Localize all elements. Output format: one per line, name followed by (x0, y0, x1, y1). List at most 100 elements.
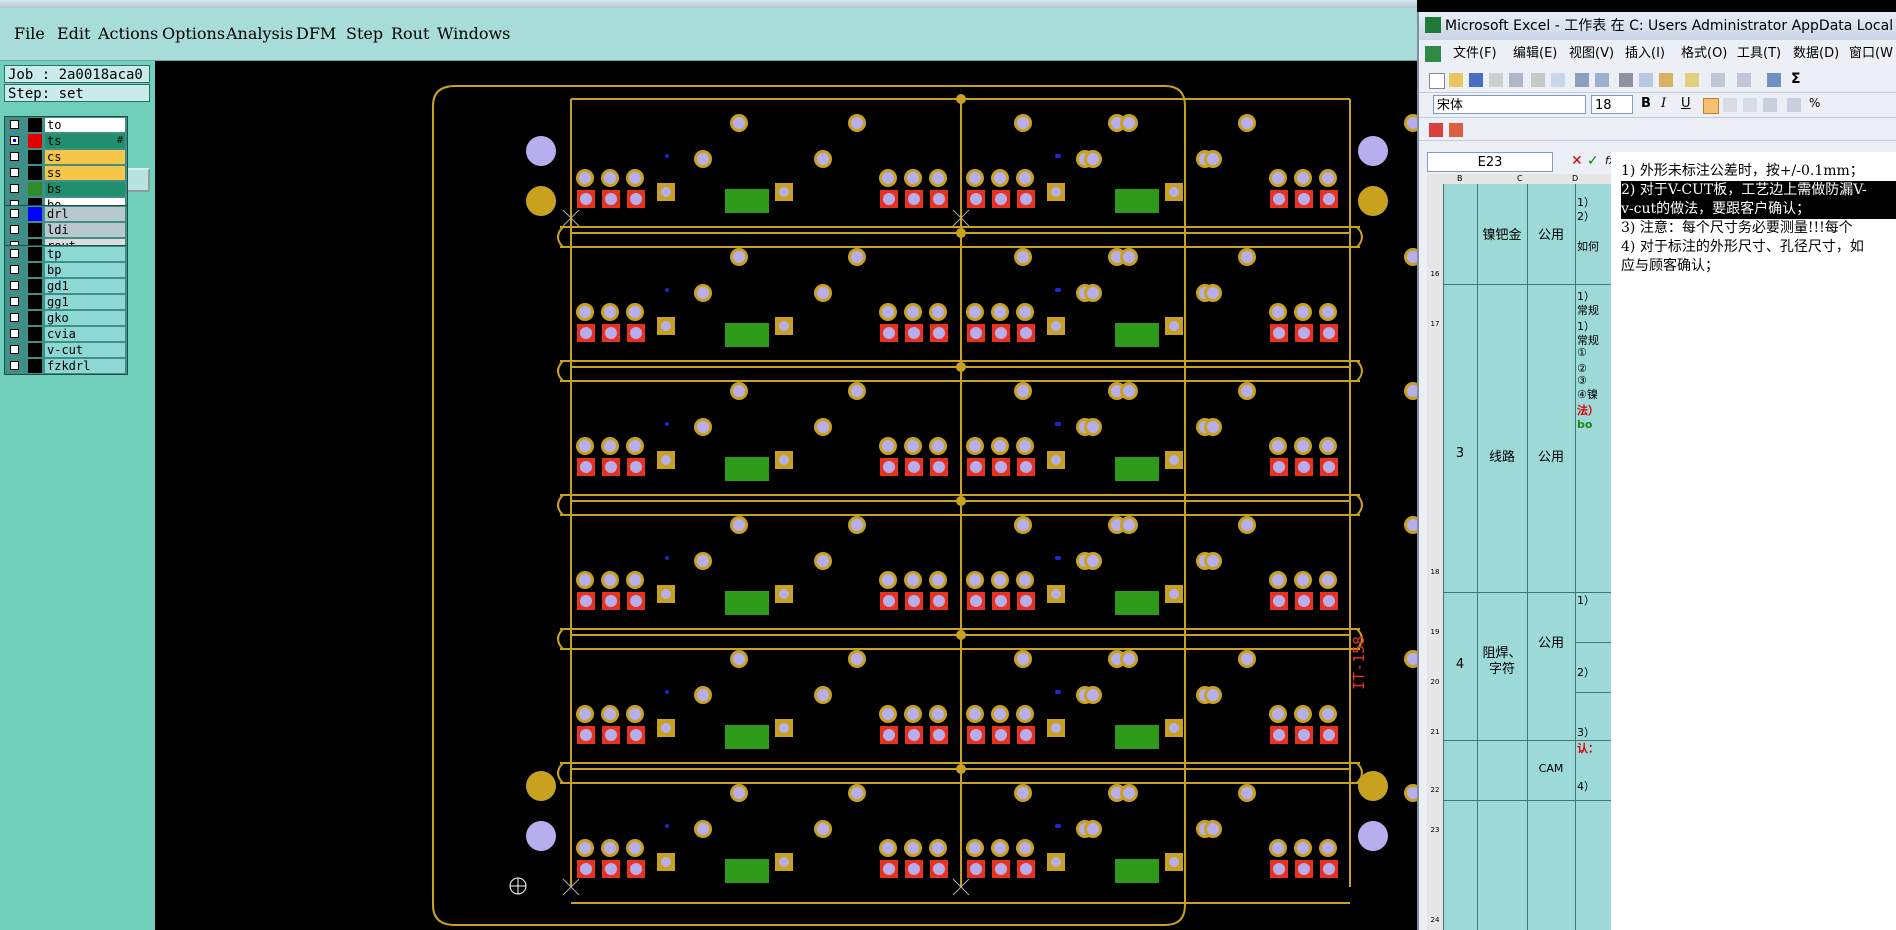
layer-checkbox[interactable] (10, 345, 19, 354)
layer-row-tp[interactable]: tp (5, 246, 127, 262)
cell-d16[interactable]: 公用 (1527, 224, 1575, 243)
row-header-18[interactable]: 18 (1427, 332, 1443, 593)
layer-checkbox[interactable] (10, 152, 19, 161)
pdf-email-icon[interactable] (1449, 123, 1463, 137)
layer-row-cvia[interactable]: cvia (5, 326, 127, 342)
layer-row-ldi[interactable]: ldi (5, 222, 127, 238)
align-left-icon[interactable] (1703, 98, 1719, 114)
merge-center-icon[interactable] (1763, 98, 1777, 112)
pcb-board-canvas[interactable]: IT-158 (155, 61, 1417, 930)
currency-icon[interactable] (1787, 98, 1801, 112)
email-icon[interactable] (1509, 73, 1523, 87)
col-header-d[interactable]: D (1572, 174, 1578, 184)
layer-checkbox[interactable] (10, 136, 19, 145)
row-header-23[interactable]: 23 (1427, 800, 1443, 871)
percent-icon[interactable]: % (1809, 96, 1823, 110)
layer-color-swatch[interactable] (28, 134, 42, 148)
cell-c16[interactable]: 镍钯金 (1477, 224, 1527, 243)
excel-menu-edit[interactable]: 编辑(E) (1513, 43, 1557, 65)
layer-checkbox[interactable] (10, 297, 19, 306)
layer-name[interactable]: gg1 (45, 295, 125, 309)
align-right-icon[interactable] (1743, 98, 1757, 112)
row-header-24[interactable]: 24 (1427, 870, 1443, 930)
layer-row-gg1[interactable]: gg1 (5, 294, 127, 310)
print-preview-icon[interactable] (1551, 73, 1565, 87)
layer-row-drl[interactable]: drl (5, 206, 127, 222)
layer-color-swatch[interactable] (28, 359, 42, 373)
excel-menu-window[interactable]: 窗口(W (1849, 43, 1893, 65)
redo-icon[interactable] (1737, 73, 1751, 87)
layer-checkbox[interactable] (10, 361, 19, 370)
worksheet-grid[interactable]: 16 17 18 19 20 21 22 23 24 镍钯金 公用 3 线路 公… (1427, 184, 1627, 930)
excel-menu-file[interactable]: 文件(F) (1453, 43, 1497, 65)
cell-c18[interactable]: 线路 (1477, 446, 1527, 465)
menu-rout[interactable]: Rout (391, 24, 429, 43)
layer-name[interactable]: bp (45, 263, 125, 277)
align-center-icon[interactable] (1723, 98, 1737, 112)
font-name-select[interactable]: 宋体 (1433, 95, 1586, 114)
font-size-select[interactable]: 18 (1591, 95, 1633, 114)
layer-checkbox[interactable] (10, 249, 19, 258)
layer-row-ts[interactable]: ts # (5, 133, 127, 149)
layer-color-swatch[interactable] (28, 343, 42, 357)
layer-checkbox[interactable] (10, 329, 19, 338)
layer-name[interactable]: cvia (45, 327, 125, 341)
cell-d18[interactable]: 公用 (1527, 446, 1575, 465)
layer-name[interactable]: ss (45, 166, 125, 180)
layer-name[interactable]: to (45, 118, 125, 132)
copy-icon[interactable] (1639, 73, 1653, 87)
underline-icon[interactable]: U (1681, 96, 1695, 111)
cell-d22[interactable]: CAM (1527, 762, 1575, 775)
layer-row-cs[interactable]: cs (5, 149, 127, 165)
layer-color-swatch[interactable] (28, 118, 42, 132)
row-header-20[interactable]: 20 (1427, 642, 1443, 693)
layer-row-bp[interactable]: bp (5, 262, 127, 278)
excel-menu-tools[interactable]: 工具(T) (1737, 43, 1781, 65)
paste-icon[interactable] (1659, 73, 1673, 87)
pdf-icon[interactable] (1429, 123, 1443, 137)
formula-cancel-icon[interactable]: ✕ (1571, 153, 1583, 169)
layer-color-swatch[interactable] (28, 327, 42, 341)
cell-b20[interactable]: 4 (1443, 657, 1477, 672)
layer-name[interactable]: fzkdrl (45, 359, 125, 373)
layer-checkbox[interactable] (10, 168, 19, 177)
layer-row-v-cut[interactable]: v-cut (5, 342, 127, 358)
layer-checkbox[interactable] (10, 120, 19, 129)
menu-step[interactable]: Step (346, 24, 383, 43)
col-header-b[interactable]: B (1457, 174, 1463, 184)
excel-menu-format[interactable]: 格式(O) (1681, 43, 1727, 65)
layer-checkbox[interactable] (10, 281, 19, 290)
name-box[interactable]: E23 (1427, 152, 1553, 172)
excel-menu-data[interactable]: 数据(D) (1793, 43, 1839, 65)
layer-name[interactable]: cs (45, 150, 125, 164)
autosum-icon[interactable]: Σ (1791, 71, 1805, 87)
layer-color-swatch[interactable] (28, 150, 42, 164)
print-icon[interactable] (1531, 73, 1545, 87)
layer-row-gd1[interactable]: gd1 (5, 278, 127, 294)
excel-menu-insert[interactable]: 插入(I) (1625, 43, 1665, 65)
cell-comment-box[interactable]: 1) 外形未标注公差时，按+/-0.1mm； 2) 对于V-CUT板，工艺边上需做… (1611, 152, 1896, 930)
excel-menu-view[interactable]: 视图(V) (1569, 43, 1614, 65)
layer-name[interactable]: ts (45, 134, 125, 148)
layer-color-swatch[interactable] (28, 311, 42, 325)
undo-icon[interactable] (1711, 73, 1725, 87)
layer-color-swatch[interactable] (28, 207, 42, 221)
menu-analysis[interactable]: Analysis (226, 24, 293, 43)
layer-name[interactable]: tp (45, 247, 125, 261)
hyperlink-icon[interactable] (1767, 73, 1781, 87)
layer-checkbox[interactable] (10, 184, 19, 193)
row-header-16[interactable]: 16 (1427, 184, 1443, 285)
cell-d20[interactable]: 公用 (1527, 632, 1575, 651)
cut-icon[interactable] (1619, 73, 1633, 87)
layer-row-gko[interactable]: gko (5, 310, 127, 326)
layer-color-swatch[interactable] (28, 182, 42, 196)
layer-row-ss[interactable]: ss (5, 165, 127, 181)
layer-color-swatch[interactable] (28, 166, 42, 180)
menu-options[interactable]: Options (162, 24, 225, 43)
layer-color-swatch[interactable] (28, 279, 42, 293)
layer-name[interactable]: v-cut (45, 343, 125, 357)
menu-windows[interactable]: Windows (437, 24, 510, 43)
layer-name[interactable]: gd1 (45, 279, 125, 293)
cell-b18[interactable]: 3 (1443, 446, 1477, 461)
bold-icon[interactable]: B (1641, 96, 1655, 111)
